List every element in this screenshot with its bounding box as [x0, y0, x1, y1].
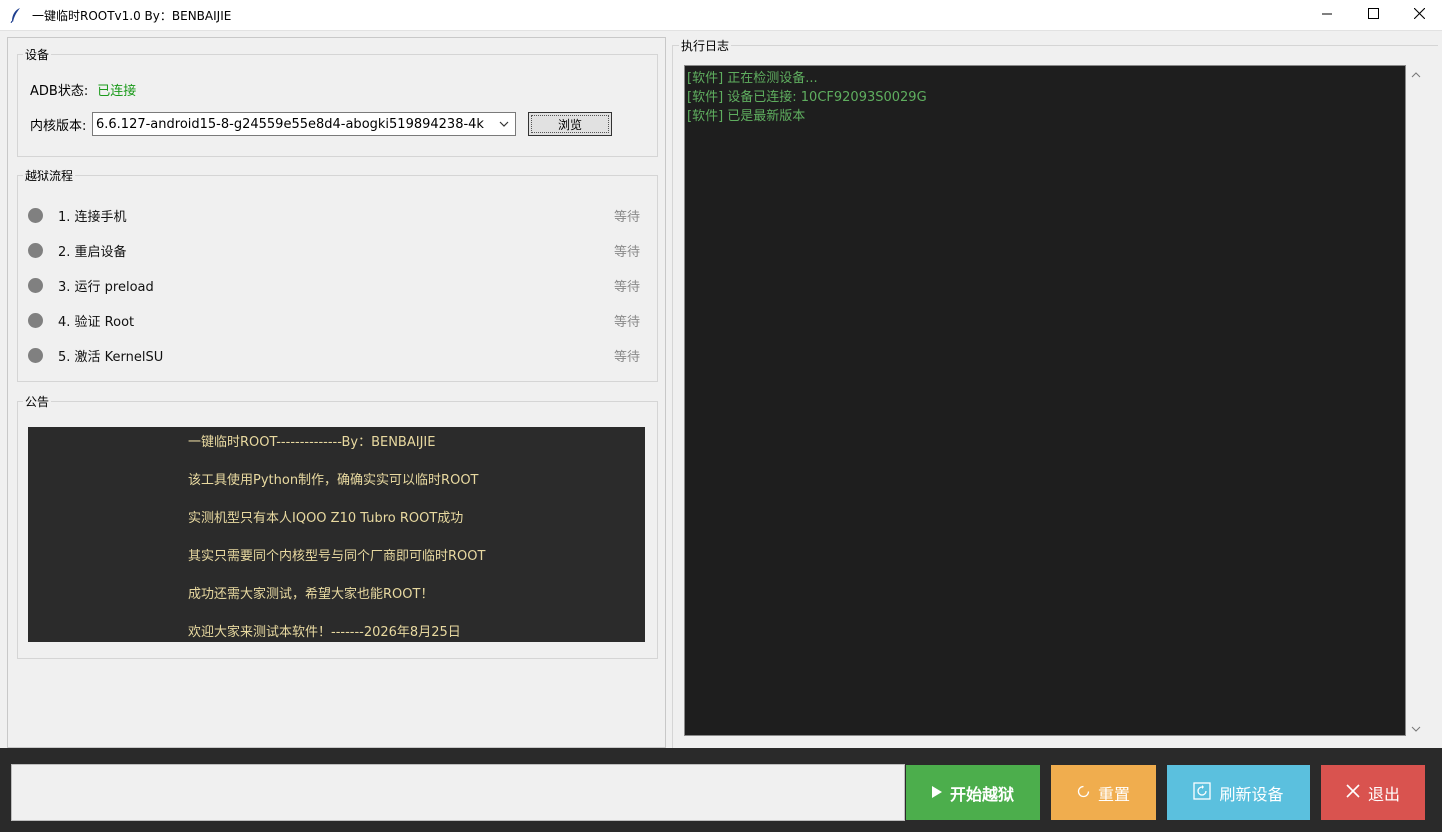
notice-line: 该工具使用Python制作，确确实实可以临时ROOT — [188, 473, 479, 488]
notice-line: 实测机型只有本人IQOO Z10 Tubro ROOT成功 — [188, 511, 464, 526]
maximize-button[interactable] — [1350, 0, 1396, 31]
step-indicator — [28, 277, 43, 293]
step-label: 5. 激活 KernelSU — [58, 349, 164, 365]
bottom-status-area — [11, 764, 905, 821]
refresh-device-icon — [1193, 781, 1212, 804]
step-status: 等待 — [613, 279, 640, 295]
step-indicator — [28, 242, 43, 258]
step-indicator — [28, 312, 43, 328]
step-indicator — [28, 207, 43, 223]
step-label: 2. 重启设备 — [58, 244, 127, 260]
left-panel: 设备 ADB状态: 已连接 内核版本: 6.6.127-android15-8-… — [7, 37, 666, 748]
flow-step: 3. 运行 preload 等待 — [28, 275, 648, 295]
flow-step: 2. 重启设备 等待 — [28, 240, 648, 260]
scroll-down-icon[interactable] — [1408, 721, 1424, 737]
step-status: 等待 — [613, 209, 640, 225]
step-status: 等待 — [613, 244, 640, 260]
chevron-down-icon[interactable] — [497, 117, 511, 131]
step-label: 1. 连接手机 — [58, 209, 127, 225]
notice-group-title: 公告 — [25, 395, 50, 409]
log-line: [软件] 已是最新版本 — [687, 109, 806, 124]
notice-line: 成功还需大家测试，希望大家也能ROOT！ — [188, 587, 434, 602]
kernel-version-select[interactable]: 6.6.127-android15-8-g24559e55e8d4-abogki… — [92, 112, 516, 136]
kernel-version-value: 6.6.127-android15-8-g24559e55e8d4-abogki… — [96, 116, 484, 132]
window-title: 一键临时ROOTv1.0 By：BENBAIJIE — [32, 8, 232, 23]
step-status: 等待 — [613, 349, 640, 365]
notice-line: 其实只需要同个内核型号与同个厂商即可临时ROOT — [188, 549, 486, 564]
notice-line: 一键临时ROOT--------------By：BENBAIJIE — [188, 435, 436, 450]
device-group-title: 设备 — [25, 48, 50, 62]
log-line: [软件] 正在检测设备... — [687, 71, 818, 86]
device-group: 设备 — [17, 46, 658, 157]
log-group-title: 执行日志 — [681, 39, 730, 53]
adb-status-value: 已连接 — [97, 84, 137, 99]
refresh-circle-icon — [1077, 783, 1090, 802]
step-label: 3. 运行 preload — [58, 279, 154, 295]
notice-line: 欢迎大家来测试本软件！-------2026年8月25日 — [188, 625, 461, 640]
start-jailbreak-button[interactable]: 开始越狱 — [906, 765, 1040, 820]
step-label: 4. 验证 Root — [58, 314, 135, 330]
title-bar: 一键临时ROOTv1.0 By：BENBAIJIE — [0, 0, 1442, 31]
minimize-icon — [1321, 8, 1333, 23]
close-x-icon — [1346, 783, 1360, 802]
flow-group-title: 越狱流程 — [25, 169, 74, 183]
flow-step: 1. 连接手机 等待 — [28, 205, 648, 225]
log-line: [软件] 设备已连接: 10CF92093S0029G — [687, 90, 927, 105]
scroll-up-icon[interactable] — [1408, 67, 1424, 83]
adb-status-label: ADB状态: — [30, 84, 89, 99]
refresh-device-button[interactable]: 刷新设备 — [1167, 765, 1310, 820]
feather-icon — [10, 7, 24, 23]
adb-status-row: ADB状态: 已连接 — [30, 80, 136, 99]
window-controls — [1304, 0, 1442, 31]
play-icon — [931, 783, 942, 802]
step-indicator — [28, 347, 43, 363]
reset-label: 重置 — [1097, 784, 1130, 804]
kernel-version-label: 内核版本: — [30, 119, 87, 134]
step-status: 等待 — [613, 314, 640, 330]
exit-button[interactable]: 退出 — [1321, 765, 1425, 820]
close-button[interactable] — [1396, 0, 1442, 31]
maximize-icon — [1367, 8, 1379, 23]
flow-step: 4. 验证 Root 等待 — [28, 310, 648, 330]
minimize-button[interactable] — [1304, 0, 1350, 31]
flow-step: 5. 激活 KernelSU 等待 — [28, 345, 648, 365]
log-output[interactable]: [软件] 正在检测设备... [软件] 设备已连接: 10CF92093S002… — [684, 65, 1406, 736]
reset-button[interactable]: 重置 — [1051, 765, 1156, 820]
close-icon — [1413, 7, 1425, 23]
notice-text-area[interactable]: 一键临时ROOT--------------By：BENBAIJIE 该工具使用… — [28, 427, 645, 642]
right-panel: 执行日志 [软件] 正在检测设备... [软件] 设备已连接: 10CF9209… — [672, 37, 1438, 748]
browse-button[interactable]: 浏览 — [528, 112, 612, 136]
refresh-device-label: 刷新设备 — [1219, 784, 1284, 804]
start-jailbreak-label: 开始越狱 — [949, 784, 1014, 804]
exit-label: 退出 — [1367, 784, 1400, 804]
